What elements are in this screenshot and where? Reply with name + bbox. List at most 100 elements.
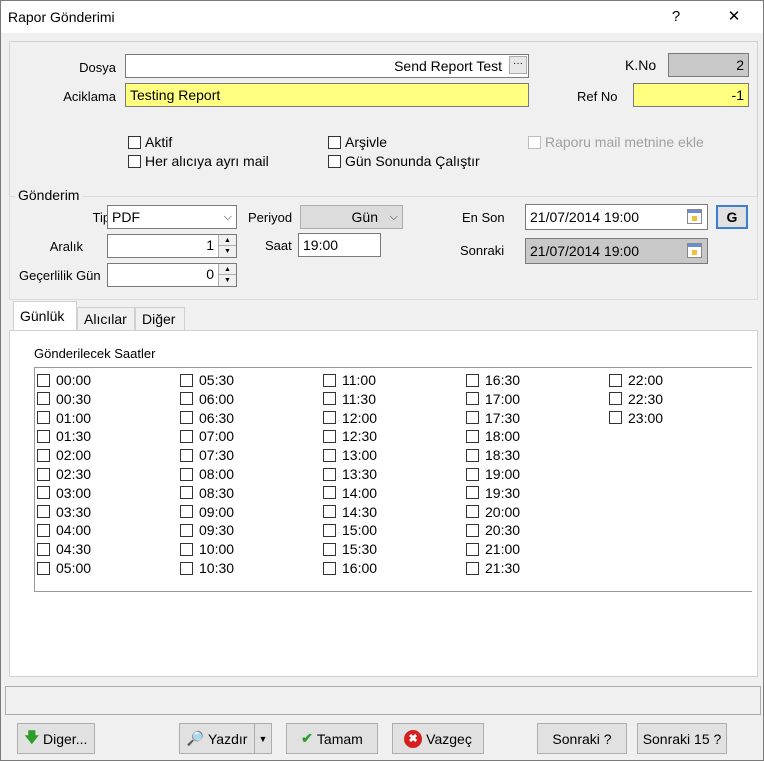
refno-field[interactable]: -1 xyxy=(633,83,749,107)
time-checkbox-box[interactable] xyxy=(466,505,479,519)
dosya-field[interactable]: Send Report Test xyxy=(125,54,529,78)
time-checkbox[interactable]: 07:00 xyxy=(180,427,234,445)
time-checkbox[interactable]: 08:30 xyxy=(180,484,234,502)
gun-sonunda-checkbox-box[interactable] xyxy=(328,154,341,168)
time-checkbox-box[interactable] xyxy=(37,411,50,425)
time-checkbox-box[interactable] xyxy=(37,429,50,443)
yazdir-button[interactable]: 🔎 Yazdır xyxy=(179,723,255,754)
time-checkbox-box[interactable] xyxy=(180,561,193,575)
sonraki15-button[interactable]: Sonraki 15 ? xyxy=(637,723,727,754)
close-button[interactable]: ✕ xyxy=(711,1,757,33)
time-checkbox-box[interactable] xyxy=(466,411,479,425)
time-checkbox[interactable]: 06:30 xyxy=(180,409,234,427)
time-checkbox-box[interactable] xyxy=(37,373,50,387)
time-checkbox[interactable]: 00:30 xyxy=(37,390,91,408)
time-checkbox[interactable]: 09:30 xyxy=(180,521,234,539)
her-aliciya-checkbox-box[interactable] xyxy=(128,154,141,168)
time-checkbox-box[interactable] xyxy=(466,523,479,537)
yazdir-dropdown-button[interactable]: ▼ xyxy=(254,723,272,754)
time-checkbox-box[interactable] xyxy=(180,542,193,556)
sonraki-button[interactable]: Sonraki ? xyxy=(537,723,627,754)
time-checkbox-box[interactable] xyxy=(609,411,622,425)
time-checkbox-box[interactable] xyxy=(609,373,622,387)
time-checkbox-box[interactable] xyxy=(37,523,50,537)
time-checkbox[interactable]: 20:00 xyxy=(466,503,520,521)
gecerlilik-spinner[interactable]: 0 ▲ ▼ xyxy=(107,263,237,287)
time-checkbox[interactable]: 21:30 xyxy=(466,559,520,577)
time-checkbox-box[interactable] xyxy=(466,429,479,443)
time-checkbox[interactable]: 01:00 xyxy=(37,409,91,427)
time-checkbox-box[interactable] xyxy=(180,467,193,481)
time-checkbox-box[interactable] xyxy=(37,486,50,500)
time-checkbox[interactable]: 16:00 xyxy=(323,559,377,577)
time-checkbox[interactable]: 15:30 xyxy=(323,540,377,558)
time-checkbox-box[interactable] xyxy=(37,448,50,462)
calendar-icon[interactable] xyxy=(687,209,702,224)
time-checkbox[interactable]: 16:30 xyxy=(466,371,520,389)
spin-down-icon[interactable]: ▼ xyxy=(219,246,236,257)
arsivle-checkbox-box[interactable] xyxy=(328,135,341,149)
time-checkbox-box[interactable] xyxy=(180,448,193,462)
time-checkbox-box[interactable] xyxy=(323,467,336,481)
aktif-checkbox-box[interactable] xyxy=(128,135,141,149)
time-checkbox[interactable]: 22:30 xyxy=(609,390,663,408)
time-checkbox[interactable]: 20:30 xyxy=(466,521,520,539)
time-checkbox[interactable]: 11:30 xyxy=(323,390,376,408)
time-checkbox[interactable]: 02:30 xyxy=(37,465,91,483)
time-checkbox[interactable]: 05:00 xyxy=(37,559,91,577)
time-checkbox-box[interactable] xyxy=(37,505,50,519)
tab-alicilar[interactable]: Alıcılar xyxy=(77,307,135,331)
time-checkbox-box[interactable] xyxy=(466,467,479,481)
tab-gunluk[interactable]: Günlük xyxy=(13,301,77,332)
time-checkbox[interactable]: 03:30 xyxy=(37,503,91,521)
time-checkbox-box[interactable] xyxy=(180,523,193,537)
time-checkbox-box[interactable] xyxy=(466,486,479,500)
time-checkbox-box[interactable] xyxy=(323,523,336,537)
time-checkbox-box[interactable] xyxy=(180,429,193,443)
saat-field[interactable]: 19:00 xyxy=(298,233,381,257)
time-checkbox[interactable]: 03:00 xyxy=(37,484,91,502)
browse-button[interactable]: ··· xyxy=(509,56,527,74)
en-son-date[interactable]: 21/07/2014 19:00 xyxy=(525,204,708,230)
time-checkbox-box[interactable] xyxy=(466,373,479,387)
time-checkbox[interactable]: 17:30 xyxy=(466,409,520,427)
time-checkbox-box[interactable] xyxy=(323,429,336,443)
time-checkbox-box[interactable] xyxy=(323,392,336,406)
periyod-select[interactable]: Gün ⌵ xyxy=(300,205,403,229)
time-checkbox-box[interactable] xyxy=(323,505,336,519)
time-checkbox-box[interactable] xyxy=(323,561,336,575)
aktif-checkbox[interactable]: Aktif xyxy=(128,134,172,150)
time-checkbox[interactable]: 19:30 xyxy=(466,484,520,502)
time-checkbox-box[interactable] xyxy=(180,373,193,387)
g-button[interactable]: G xyxy=(716,205,748,229)
time-checkbox[interactable]: 21:00 xyxy=(466,540,520,558)
time-checkbox[interactable]: 12:30 xyxy=(323,427,377,445)
time-checkbox[interactable]: 10:30 xyxy=(180,559,234,577)
time-checkbox[interactable]: 18:00 xyxy=(466,427,520,445)
help-button[interactable]: ? xyxy=(653,1,699,33)
vazgec-button[interactable]: ✖ Vazgeç xyxy=(392,723,484,754)
time-checkbox-box[interactable] xyxy=(180,505,193,519)
time-checkbox[interactable]: 04:00 xyxy=(37,521,91,539)
time-checkbox[interactable]: 09:00 xyxy=(180,503,234,521)
time-checkbox[interactable]: 19:00 xyxy=(466,465,520,483)
aralik-spin-buttons[interactable]: ▲ ▼ xyxy=(218,235,236,257)
time-checkbox[interactable]: 22:00 xyxy=(609,371,663,389)
time-checkbox[interactable]: 11:00 xyxy=(323,371,376,389)
time-checkbox[interactable]: 18:30 xyxy=(466,446,520,464)
time-checkbox[interactable]: 10:00 xyxy=(180,540,234,558)
her-aliciya-checkbox[interactable]: Her alıcıya ayrı mail xyxy=(128,153,269,169)
time-checkbox[interactable]: 07:30 xyxy=(180,446,234,464)
diger-button[interactable]: 🡇 Diger... xyxy=(17,723,95,754)
time-checkbox-box[interactable] xyxy=(466,542,479,556)
time-checkbox[interactable]: 14:30 xyxy=(323,503,377,521)
time-checkbox-box[interactable] xyxy=(37,561,50,575)
arsivle-checkbox[interactable]: Arşivle xyxy=(328,134,387,150)
time-checkbox[interactable]: 15:00 xyxy=(323,521,377,539)
time-checkbox[interactable]: 13:00 xyxy=(323,446,377,464)
time-checkbox[interactable]: 14:00 xyxy=(323,484,377,502)
tab-diger[interactable]: Diğer xyxy=(135,307,185,331)
time-checkbox[interactable]: 00:00 xyxy=(37,371,91,389)
aralik-spinner[interactable]: 1 ▲ ▼ xyxy=(107,234,237,258)
aciklama-field[interactable]: Testing Report xyxy=(125,83,529,107)
